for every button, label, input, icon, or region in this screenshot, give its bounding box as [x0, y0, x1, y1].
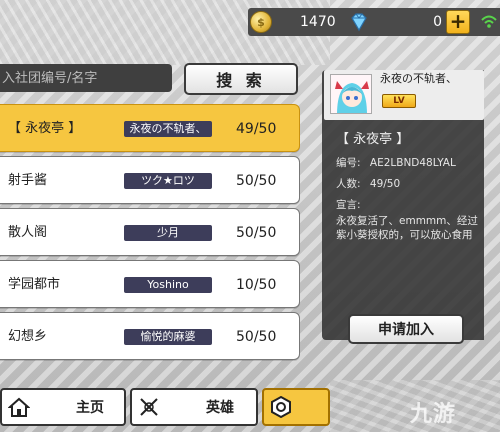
tab-guild[interactable] [262, 388, 330, 426]
guild-row[interactable]: 散人阁 少月 50/50 [0, 208, 300, 256]
guild-name: 射手酱 [8, 173, 48, 188]
diamond-icon [351, 13, 367, 32]
crossed-swords-icon [140, 398, 158, 416]
coin-count: 1470 [300, 14, 336, 30]
bottom-nav: 主页 英雄 [0, 388, 330, 426]
guild-manifesto: 永夜复活了、emmmm、经过紫小葵授权的，可以放心食用 [336, 215, 478, 241]
guild-row[interactable]: 学园都市 Yoshino 10/50 [0, 260, 300, 308]
guild-member-count: 50/50 [236, 173, 277, 189]
level-badge: LV [382, 94, 416, 108]
guild-row[interactable]: 幻想乡 愉悦的麻婆 50/50 [0, 312, 300, 360]
guild-name: 散人阁 [8, 225, 48, 240]
wifi-icon [481, 15, 497, 28]
avatar-portrait-icon [331, 75, 371, 113]
guild-member-count: 49/50 [236, 121, 277, 137]
guild-emblem-icon [271, 396, 291, 418]
guild-leader-tag: 愉悦的麻婆 [124, 329, 212, 345]
home-icon [8, 397, 30, 417]
guild-leader-tag: 少月 [124, 225, 212, 241]
tab-home[interactable]: 主页 [0, 388, 126, 426]
guild-name: 【 永夜亭 】 [8, 121, 82, 136]
guild-member-count: 50/50 [236, 225, 277, 241]
guild-leader-tag: ツク★ロツ [124, 173, 212, 189]
watermark-logo: 九游 [410, 402, 457, 427]
leader-name: 永夜の不轨者、 [380, 72, 457, 85]
guild-row[interactable]: 射手酱 ツク★ロツ 50/50 [0, 156, 300, 204]
guild-member-count: 50/50 [236, 329, 277, 345]
guild-name: 幻想乡 [8, 329, 48, 344]
guild-id-row: 编号: AE2LBND48LYAL [336, 155, 456, 170]
coin-icon: $ [250, 11, 272, 33]
guild-id-label: 编号: [336, 157, 361, 169]
guild-id-value: AE2LBND48LYAL [369, 157, 456, 169]
apply-join-button[interactable]: 申请加入 [348, 314, 464, 344]
tab-hero-label: 英雄 [206, 400, 234, 416]
guild-leader-tag: Yoshino [124, 277, 212, 293]
add-currency-button[interactable]: + [446, 10, 470, 34]
guild-leader-tag: 永夜の不轨者、 [124, 121, 212, 137]
guild-row[interactable]: 【 永夜亭 】 永夜の不轨者、 49/50 [0, 104, 300, 152]
guild-members-row: 人数: 49/50 [336, 176, 400, 191]
tab-home-label: 主页 [76, 400, 104, 416]
avatar [330, 74, 372, 114]
manifesto-label: 宣言: [336, 199, 361, 211]
guild-members-value: 49/50 [369, 178, 401, 190]
guild-members-label: 人数: [336, 178, 361, 190]
search-button[interactable]: 搜 索 [184, 63, 298, 95]
gem-count: 0 [433, 14, 442, 30]
guild-member-count: 10/50 [236, 277, 277, 293]
guild-name: 学园都市 [8, 277, 61, 292]
tab-hero[interactable]: 英雄 [130, 388, 258, 426]
guild-search-input[interactable] [0, 64, 172, 92]
guild-title: 【 永夜亭 】 [336, 132, 410, 147]
